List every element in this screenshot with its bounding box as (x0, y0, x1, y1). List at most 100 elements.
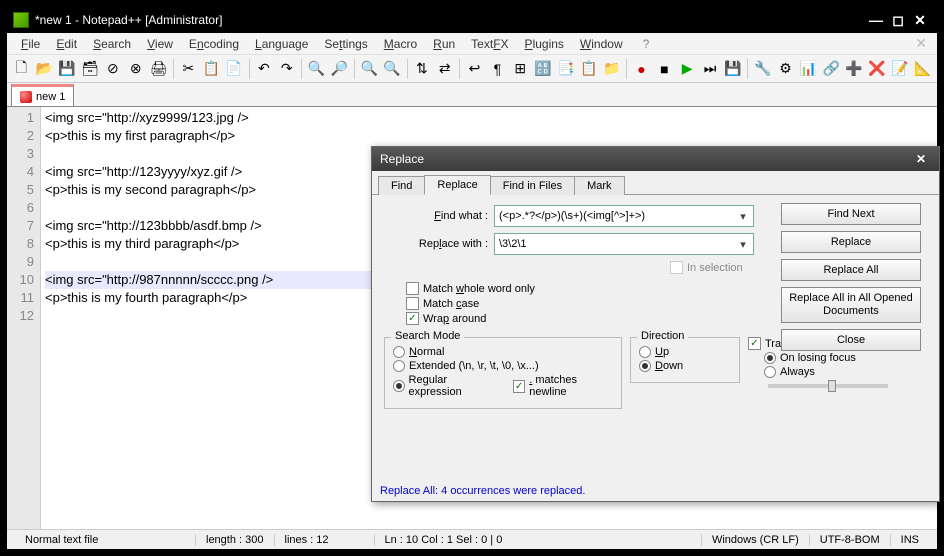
menu-view[interactable]: View (139, 35, 181, 53)
dialog-title: Replace (380, 152, 911, 166)
undo-icon[interactable]: ↶ (253, 58, 274, 80)
find-icon[interactable]: 🔍 (306, 58, 327, 80)
app-icon (13, 12, 29, 28)
record-macro-icon[interactable]: ● (631, 58, 652, 80)
dialog-buttons: Find Next Replace Replace All Replace Al… (781, 203, 927, 357)
whole-word-checkbox[interactable] (406, 282, 419, 295)
replace-with-input[interactable]: \3\2\1 ▾ (494, 233, 754, 255)
close-button[interactable]: ✕ (909, 11, 931, 29)
statusbar: Normal text file length : 300 lines : 12… (7, 529, 937, 549)
play-macro-icon[interactable]: ▶ (677, 58, 698, 80)
menu-macro[interactable]: Macro (376, 35, 425, 53)
direction-up-radio[interactable] (639, 346, 651, 358)
menu-file[interactable]: File (13, 35, 48, 53)
replace-icon[interactable]: 🔎 (329, 58, 350, 80)
copy-icon[interactable]: 📋 (201, 58, 222, 80)
maximize-button[interactable]: ◻ (887, 11, 909, 29)
redo-icon[interactable]: ↷ (276, 58, 297, 80)
replace-button[interactable]: Replace (781, 231, 921, 253)
dropdown-arrow-icon[interactable]: ▾ (735, 236, 751, 252)
direction-down-label: Down (655, 360, 683, 372)
paste-icon[interactable]: 📄 (224, 58, 245, 80)
cut-icon[interactable]: ✂ (178, 58, 199, 80)
tab-find-in-files[interactable]: Find in Files (490, 176, 575, 195)
find-what-input[interactable]: (<p>.*?</p>)(\s+)(<img[^>]+>) ▾ (494, 205, 754, 227)
tb-extra6-icon[interactable]: ❌ (867, 58, 888, 80)
menu-language[interactable]: Language (247, 35, 316, 53)
open-file-icon[interactable]: 📂 (34, 58, 55, 80)
mode-extended-radio[interactable] (393, 360, 405, 372)
tb-extra5-icon[interactable]: ➕ (844, 58, 865, 80)
replace-all-button[interactable]: Replace All (781, 259, 921, 281)
menu-help[interactable]: ? (635, 35, 658, 53)
tab-replace[interactable]: Replace (424, 175, 490, 195)
close-all-icon[interactable]: ⊗ (125, 58, 146, 80)
func-list-icon[interactable]: 📋 (578, 58, 599, 80)
mode-regex-radio[interactable] (393, 380, 405, 392)
menu-window[interactable]: Window (572, 35, 631, 53)
search-mode-legend: Search Mode (391, 330, 464, 342)
trans-on-focus-radio[interactable] (764, 352, 776, 364)
mode-regex-label: Regular expression (409, 374, 499, 398)
menu-search[interactable]: Search (85, 35, 139, 53)
slider-thumb[interactable] (828, 380, 836, 392)
replace-all-opened-button[interactable]: Replace All in All Opened Documents (781, 287, 921, 323)
transparency-checkbox[interactable] (748, 337, 761, 350)
zoom-in-icon[interactable]: 🔍 (359, 58, 380, 80)
match-case-checkbox[interactable] (406, 297, 419, 310)
close-button[interactable]: Close (781, 329, 921, 351)
mode-normal-radio[interactable] (393, 346, 405, 358)
line-gutter: 123456789101112 (7, 107, 41, 529)
dialog-close-button[interactable]: ✕ (911, 150, 931, 168)
dot-matches-newline-checkbox[interactable] (513, 380, 525, 393)
menu-settings[interactable]: Settings (316, 35, 375, 53)
dropdown-arrow-icon[interactable]: ▾ (735, 208, 751, 224)
wrap-around-label: Wrap around (423, 313, 486, 325)
indent-guide-icon[interactable]: ⊞ (510, 58, 531, 80)
wrap-around-checkbox[interactable] (406, 312, 419, 325)
in-selection-checkbox (670, 261, 683, 274)
play-multi-icon[interactable]: ⏭ (700, 58, 721, 80)
menu-textfx[interactable]: TextFX (463, 35, 516, 53)
all-chars-icon[interactable]: ¶ (487, 58, 508, 80)
new-file-icon[interactable]: 🗋 (11, 58, 32, 80)
tb-extra1-icon[interactable]: 🔧 (752, 58, 773, 80)
direction-up-label: Up (655, 346, 669, 358)
file-tab-active[interactable]: new 1 (11, 84, 74, 106)
tb-extra8-icon[interactable]: 📐 (912, 58, 933, 80)
find-next-button[interactable]: Find Next (781, 203, 921, 225)
save-icon[interactable]: 💾 (57, 58, 78, 80)
sync-h-icon[interactable]: ⇄ (434, 58, 455, 80)
folder-view-icon[interactable]: 📁 (601, 58, 622, 80)
tab-mark[interactable]: Mark (574, 176, 624, 195)
wordwrap-icon[interactable]: ↩ (464, 58, 485, 80)
tb-extra7-icon[interactable]: 📝 (889, 58, 910, 80)
tab-find[interactable]: Find (378, 176, 425, 195)
menubar-close-icon[interactable]: ✕ (915, 35, 931, 52)
unsaved-indicator-icon (20, 91, 32, 103)
transparency-slider[interactable] (768, 384, 888, 388)
menu-edit[interactable]: Edit (48, 35, 85, 53)
tb-extra2-icon[interactable]: ⚙ (775, 58, 796, 80)
stop-macro-icon[interactable]: ■ (654, 58, 675, 80)
zoom-out-icon[interactable]: 🔍 (382, 58, 403, 80)
doc-map-icon[interactable]: 📑 (556, 58, 577, 80)
direction-group: Direction Up Down (630, 337, 740, 383)
save-macro-icon[interactable]: 💾 (722, 58, 743, 80)
sync-v-icon[interactable]: ⇅ (411, 58, 432, 80)
tb-extra3-icon[interactable]: 📊 (798, 58, 819, 80)
window-title: *new 1 - Notepad++ [Administrator] (35, 13, 865, 27)
tb-extra4-icon[interactable]: 🔗 (821, 58, 842, 80)
menu-plugins[interactable]: Plugins (517, 35, 572, 53)
find-what-label: Find what : (384, 210, 494, 222)
menubar: File Edit Search View Encoding Language … (7, 33, 937, 55)
minimize-button[interactable]: — (865, 11, 887, 29)
trans-always-radio[interactable] (764, 366, 776, 378)
user-lang-icon[interactable]: 🔠 (533, 58, 554, 80)
save-all-icon[interactable]: 🗃 (80, 58, 101, 80)
menu-encoding[interactable]: Encoding (181, 35, 247, 53)
direction-down-radio[interactable] (639, 360, 651, 372)
menu-run[interactable]: Run (425, 35, 463, 53)
print-icon[interactable]: 🖨 (148, 58, 169, 80)
close-file-icon[interactable]: ⊘ (102, 58, 123, 80)
